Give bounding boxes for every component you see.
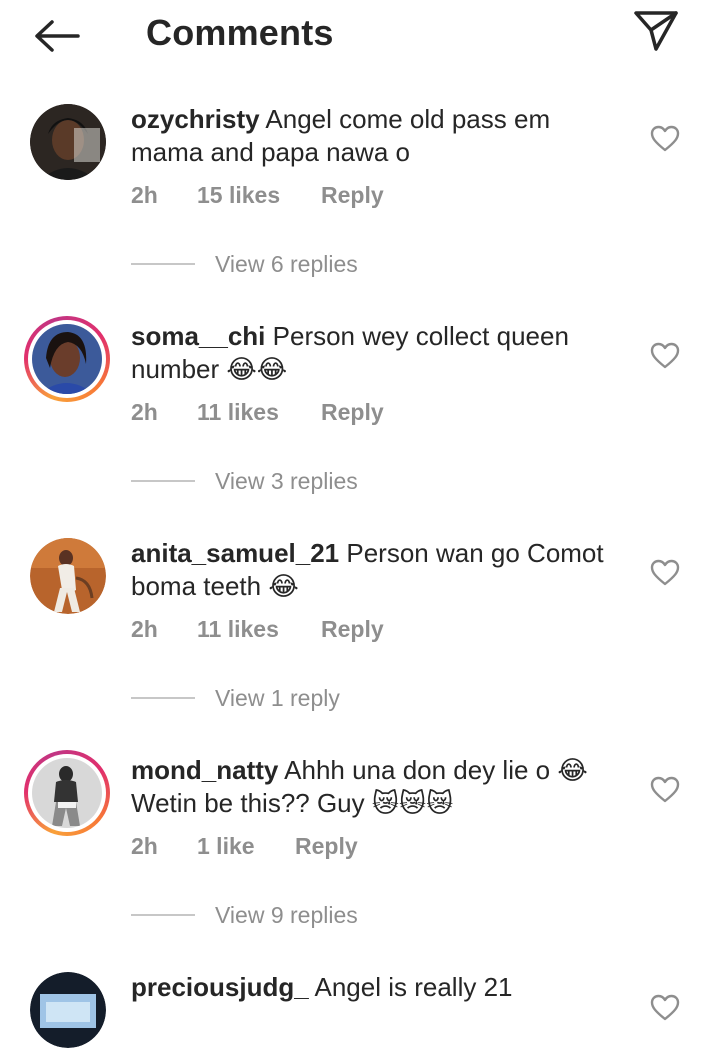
comment-body: preciousjudg_ Angel is really 21 — [131, 971, 631, 1004]
avatar-with-story-ring[interactable] — [24, 750, 110, 836]
comment-username[interactable]: mond_natty — [131, 755, 278, 785]
comment-username[interactable]: ozychristy — [131, 104, 260, 134]
comment-text-line2: boma teeth 😂 — [131, 571, 299, 601]
avatar-photo — [30, 104, 106, 180]
comment-likes[interactable]: 1 like — [197, 833, 295, 860]
comment-body: anita_samuel_21 Person wan go Comot boma… — [131, 537, 631, 603]
reply-button[interactable]: Reply — [321, 399, 384, 426]
comment-meta: 2h 11 likes Reply — [131, 616, 384, 643]
arrow-left-icon — [35, 20, 80, 52]
comment-time: 2h — [131, 833, 158, 859]
replies-divider — [131, 263, 195, 265]
view-replies-label: View 1 reply — [215, 684, 340, 711]
avatar-photo — [32, 758, 102, 828]
comment-username[interactable]: soma__chi — [131, 321, 265, 351]
reply-button[interactable]: Reply — [321, 616, 384, 643]
reply-button[interactable]: Reply — [321, 182, 384, 209]
heart-icon[interactable] — [650, 125, 680, 153]
heart-icon[interactable] — [650, 776, 680, 804]
avatar-photo — [30, 972, 106, 1048]
comment-meta: 2h 15 likes Reply — [131, 182, 384, 209]
view-replies-label: View 3 replies — [215, 467, 358, 494]
heart-icon[interactable] — [650, 994, 680, 1022]
comment-body: soma__chi Person wey collect queen numbe… — [131, 320, 631, 386]
comment-text-line2: Wetin be this?? Guy 😿😿😿 — [131, 788, 454, 818]
page-title: Comments — [146, 12, 334, 53]
avatar-with-story-ring[interactable] — [24, 316, 110, 402]
comment-text-line1: Ahhh una don dey lie o 😂 — [284, 755, 588, 785]
comment-meta: 2h 11 likes Reply — [131, 399, 384, 426]
view-replies-button[interactable]: View 3 replies — [131, 466, 358, 496]
comment-text-line1: Person wan go Comot — [346, 538, 604, 568]
comment-likes[interactable]: 11 likes — [197, 399, 321, 426]
replies-divider — [131, 914, 195, 916]
view-replies-button[interactable]: View 1 reply — [131, 683, 340, 713]
view-replies-label: View 9 replies — [215, 901, 358, 928]
comment-text-line2: number 😂😂 — [131, 354, 288, 384]
comment-text-line2: mama and papa nawa o — [131, 137, 410, 167]
comment-body: ozychristy Angel come old pass em mama a… — [131, 103, 631, 169]
comments-header: Comments — [0, 0, 720, 72]
comment-likes[interactable]: 15 likes — [197, 182, 321, 209]
comment-username[interactable]: anita_samuel_21 — [131, 538, 339, 568]
replies-divider — [131, 480, 195, 482]
view-replies-button[interactable]: View 9 replies — [131, 900, 358, 930]
avatar-photo — [30, 538, 106, 614]
heart-icon[interactable] — [650, 559, 680, 587]
comment-time: 2h — [131, 399, 158, 425]
paper-plane-icon — [634, 11, 678, 51]
comment-time: 2h — [131, 616, 158, 642]
view-replies-label: View 6 replies — [215, 250, 358, 277]
avatar[interactable] — [30, 538, 106, 614]
share-button[interactable] — [628, 6, 684, 56]
comment-body: mond_natty Ahhh una don dey lie o 😂 Weti… — [131, 754, 631, 820]
comment-likes[interactable]: 11 likes — [197, 616, 321, 643]
comment-text-line1: Angel come old pass em — [265, 104, 551, 134]
comment-text-line1: Person wey collect queen — [272, 321, 569, 351]
comment-username[interactable]: preciousjudg_ — [131, 972, 309, 1002]
comment-meta: 2h 1 like Reply — [131, 833, 358, 860]
reply-button[interactable]: Reply — [295, 833, 358, 860]
avatar[interactable] — [30, 972, 106, 1048]
replies-divider — [131, 697, 195, 699]
avatar[interactable] — [30, 104, 106, 180]
comment-time: 2h — [131, 182, 158, 208]
comment-text-line1: Angel is really 21 — [314, 972, 513, 1002]
back-button[interactable] — [28, 14, 84, 58]
heart-icon[interactable] — [650, 342, 680, 370]
view-replies-button[interactable]: View 6 replies — [131, 249, 358, 279]
avatar-photo — [32, 324, 102, 394]
